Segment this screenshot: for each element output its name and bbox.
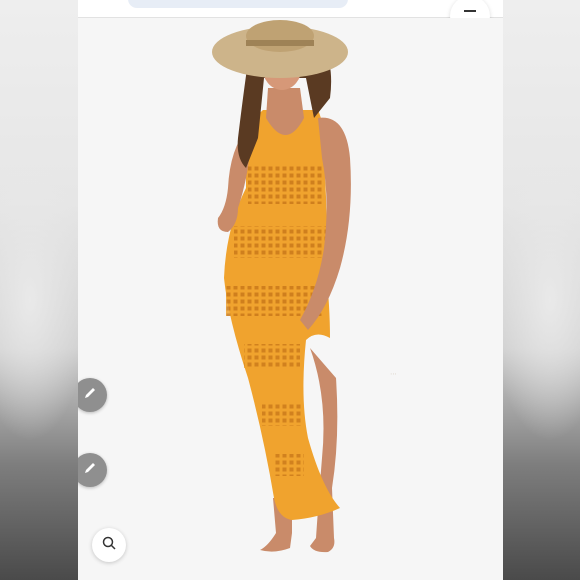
- hat-crown: [246, 20, 314, 52]
- browser-top-bar: [78, 0, 503, 18]
- pencil-icon: [82, 460, 98, 480]
- pencil-icon: [82, 385, 98, 405]
- leg-right: [310, 348, 338, 553]
- magnifier-icon: [101, 535, 117, 555]
- address-bar[interactable]: [128, 0, 348, 8]
- product-screenshot: ⋯: [78, 0, 503, 580]
- zoom-button[interactable]: [92, 528, 126, 562]
- product-photo: ⋯: [78, 18, 503, 580]
- watermark: ⋯: [390, 370, 397, 378]
- model-illustration: [212, 20, 351, 553]
